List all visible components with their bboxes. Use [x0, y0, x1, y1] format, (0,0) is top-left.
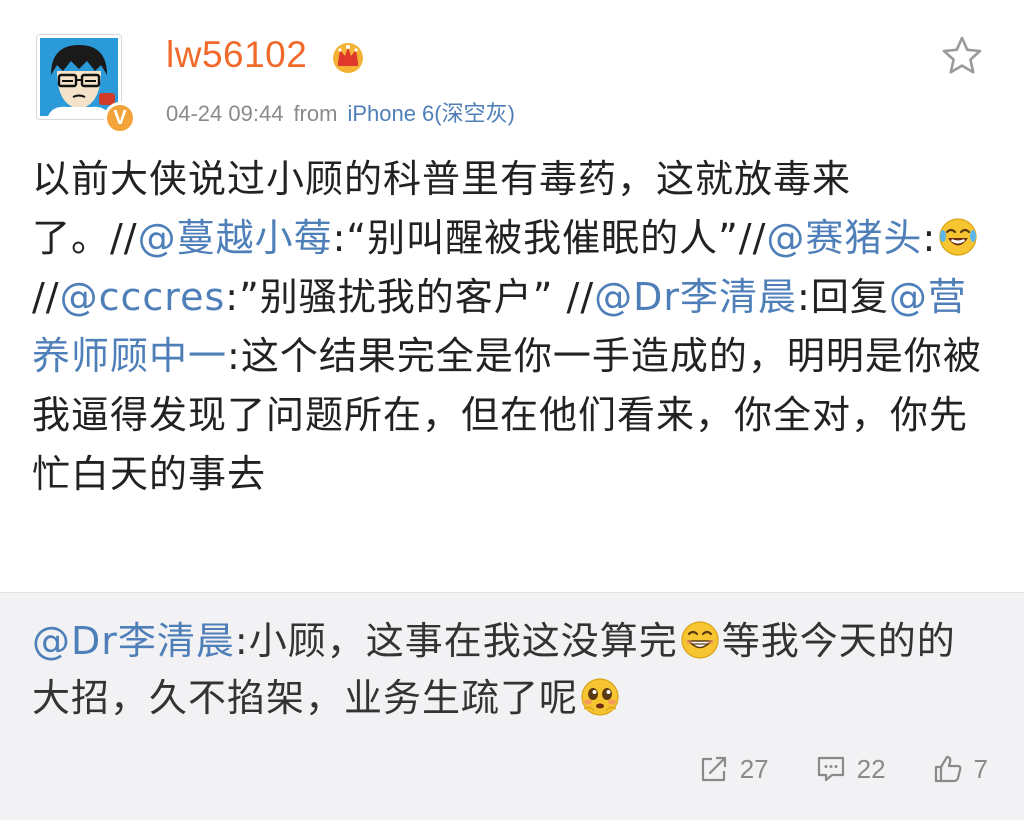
repost-count: 27	[739, 753, 769, 784]
post-text: :	[922, 216, 937, 260]
post-text: //	[32, 275, 60, 319]
like-count: 7	[973, 753, 988, 784]
avatar-container[interactable]: V	[36, 34, 136, 134]
grin-emoji-icon	[680, 619, 720, 659]
post-text: :“别叫醒被我催眠的人”//	[332, 216, 767, 260]
retweet-block[interactable]: @Dr李清晨:小顾，这事在我这没算完 等我今天的的大招，久不掐架，业务生疏了呢	[0, 592, 1024, 820]
username[interactable]: lw56102	[166, 34, 307, 76]
thumbs-up-icon	[934, 755, 961, 783]
mention-link[interactable]: @Dr李清晨	[594, 275, 797, 319]
crown-icon[interactable]	[330, 38, 366, 74]
repost-button[interactable]: 27	[698, 753, 769, 785]
comment-button[interactable]: 22	[815, 753, 886, 785]
post-text: :”别骚扰我的客户” //	[225, 275, 595, 319]
verified-badge: V	[104, 102, 136, 134]
weibo-post: V lw56102 04-24 09:44 from iPhone 6(深空灰) 以…	[0, 0, 1024, 820]
post-meta: 04-24 09:44 from iPhone 6(深空灰)	[166, 96, 515, 128]
like-button[interactable]: 7	[932, 753, 988, 785]
mention-link[interactable]: @蔓越小莓	[138, 216, 333, 260]
repost-icon	[701, 756, 726, 782]
action-bar: 27 22 7	[698, 753, 988, 785]
post-content: 以前大侠说过小顾的科普里有毒药，这就放毒来了。//@蔓越小莓:“别叫醒被我催眠的…	[32, 150, 992, 504]
pleading-emoji-icon	[580, 676, 620, 716]
laughing-tears-emoji-icon	[938, 215, 978, 256]
retweet-content: @Dr李清晨:小顾，这事在我这没算完 等我今天的的大招，久不掐架，业务生疏了呢	[32, 613, 992, 727]
comment-icon	[817, 756, 844, 782]
mention-link[interactable]: @赛猪头	[766, 216, 922, 260]
comment-count: 22	[856, 753, 886, 784]
source-link[interactable]: iPhone 6(深空灰)	[347, 101, 515, 126]
retweet-text: :小顾，这事在我这没算完	[234, 619, 678, 663]
mention-link[interactable]: @Dr李清晨	[32, 619, 235, 663]
from-label: from	[293, 101, 338, 126]
post-text: :回复	[797, 275, 889, 319]
timestamp: 04-24 09:44	[166, 101, 284, 126]
favorite-star-icon[interactable]	[940, 34, 984, 78]
mention-link[interactable]: @cccres	[60, 275, 226, 319]
